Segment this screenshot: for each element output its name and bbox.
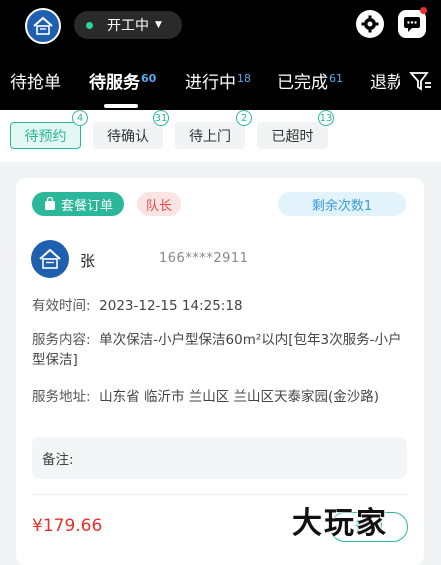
chip-to-confirm[interactable]: 待确认 xyxy=(93,122,163,149)
field-label: 有效时间: xyxy=(32,298,91,314)
field-label: 服务内容: xyxy=(32,332,91,348)
tab-label: 进行中 xyxy=(185,73,236,93)
tab-count: 60 xyxy=(141,72,157,85)
customer-phone[interactable]: 166****2911 xyxy=(159,251,248,266)
work-status-dropdown[interactable]: 开工中 ▼ xyxy=(74,11,182,39)
tab-count: 61 xyxy=(329,72,343,85)
remaining-count-badge: 剩余次数1 xyxy=(278,192,406,216)
tag-label: 套餐订单 xyxy=(60,198,113,214)
customer-name: 张 xyxy=(80,252,96,270)
message-icon[interactable] xyxy=(398,10,426,38)
active-tab-indicator xyxy=(104,104,138,108)
chevron-down-icon: ▼ xyxy=(155,20,162,30)
chip-count-badge: 31 xyxy=(153,110,169,126)
valid-time-row: 有效时间: 2023-12-15 14:25:18 xyxy=(32,296,243,316)
note-box: 备注: xyxy=(32,437,407,479)
watermark-text: 大玩家 xyxy=(292,506,388,541)
chip-label: 已超时 xyxy=(271,128,314,145)
tab-count: 18 xyxy=(237,72,251,85)
avatar xyxy=(31,240,69,278)
tab-in-progress[interactable]: 进行中18 xyxy=(185,68,251,93)
package-order-tag: 套餐订单 xyxy=(32,192,124,216)
divider xyxy=(32,494,407,495)
bag-icon xyxy=(44,197,55,210)
tab-to-grab[interactable]: 待抢单 xyxy=(10,68,61,93)
valid-time-value: 2023-12-15 14:25:18 xyxy=(99,298,243,314)
field-label: 服务地址: xyxy=(32,389,91,405)
address-row: 服务地址: 山东省 临沂市 兰山区 兰山区天泰家园(金沙路) xyxy=(32,387,407,407)
tab-completed[interactable]: 已完成61 xyxy=(277,68,343,93)
status-dot xyxy=(86,21,93,29)
note-label: 备注: xyxy=(42,452,74,468)
notification-dot xyxy=(420,7,427,14)
chip-count-badge: 4 xyxy=(72,110,88,126)
chip-to-visit[interactable]: 待上门 xyxy=(175,122,245,149)
chip-count-badge: 2 xyxy=(236,110,252,126)
status-label: 开工中 xyxy=(107,18,149,34)
filter-icon[interactable] xyxy=(409,70,433,96)
chip-to-book[interactable]: 待预约 xyxy=(10,122,81,149)
leader-tag: 队长 xyxy=(137,192,181,216)
chip-overdue[interactable]: 已超时 xyxy=(257,122,328,149)
chip-count-badge: 13 xyxy=(318,110,334,126)
chip-label: 待确认 xyxy=(107,128,149,145)
tab-to-serve[interactable]: 待服务60 xyxy=(89,68,156,93)
chip-label: 待上门 xyxy=(189,128,231,145)
order-tabs: 待抢单 待服务60 进行中18 已完成61 退款 xyxy=(0,68,441,98)
gear-icon[interactable] xyxy=(356,10,384,38)
status-filter-bar: 待预约 待确认 待上门 已超时 xyxy=(0,110,441,162)
order-price: ¥179.66 xyxy=(32,516,103,536)
chip-label: 待预约 xyxy=(24,128,67,145)
tab-label: 待抢单 xyxy=(10,73,61,93)
service-content-row: 服务内容: 单次保洁-小户型保洁60m²以内[包年3次服务-小户型保洁] xyxy=(32,330,407,370)
address-value: 山东省 临沂市 兰山区 兰山区天泰家园(金沙路) xyxy=(99,389,380,405)
tab-label: 待服务 xyxy=(89,73,140,93)
tab-label: 退款 xyxy=(370,73,400,93)
logo-house-icon xyxy=(25,8,61,44)
tab-refund[interactable]: 退款 xyxy=(370,68,400,93)
tab-label: 已完成 xyxy=(277,73,328,93)
